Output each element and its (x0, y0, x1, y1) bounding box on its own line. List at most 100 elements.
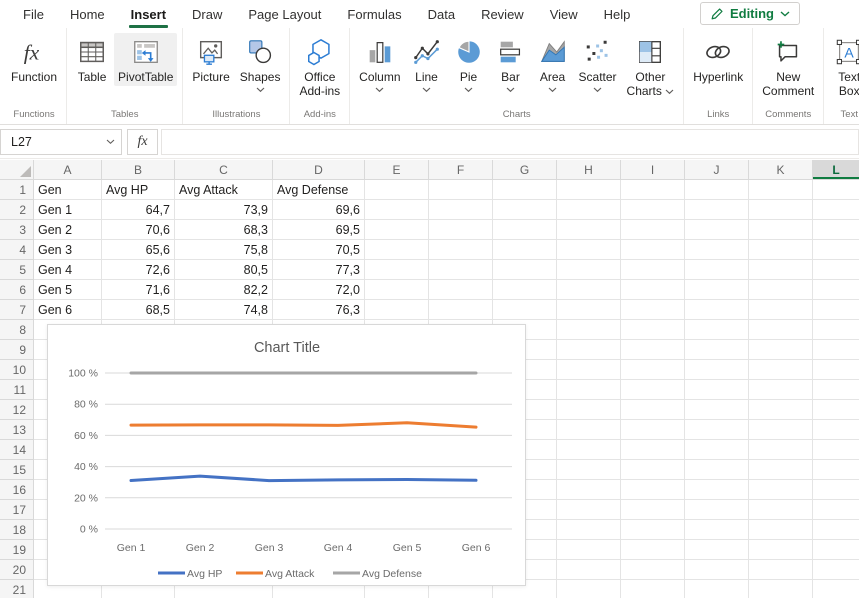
row-header-3[interactable]: 3 (0, 220, 34, 240)
column-header-F[interactable]: F (429, 160, 493, 180)
cell-C6[interactable]: 82,2 (175, 280, 273, 300)
cell-I2[interactable] (621, 200, 685, 220)
row-header-2[interactable]: 2 (0, 200, 34, 220)
row-header-10[interactable]: 10 (0, 360, 34, 380)
cell-J11[interactable] (685, 380, 749, 400)
cell-I17[interactable] (621, 500, 685, 520)
cell-H2[interactable] (557, 200, 621, 220)
ribbon-button-pie[interactable]: Pie (449, 33, 489, 95)
row-header-9[interactable]: 9 (0, 340, 34, 360)
column-header-A[interactable]: A (34, 160, 102, 180)
cell-D3[interactable]: 69,5 (273, 220, 365, 240)
cell-I13[interactable] (621, 420, 685, 440)
ribbon-button-area[interactable]: Area (533, 33, 573, 95)
cell-L17[interactable] (813, 500, 859, 520)
cell-F6[interactable] (429, 280, 493, 300)
cell-H5[interactable] (557, 260, 621, 280)
cell-J2[interactable] (685, 200, 749, 220)
cell-K13[interactable] (749, 420, 813, 440)
cell-I4[interactable] (621, 240, 685, 260)
cell-K21[interactable] (749, 580, 813, 598)
row-header-21[interactable]: 21 (0, 580, 34, 598)
cell-B4[interactable]: 65,6 (102, 240, 175, 260)
cell-J4[interactable] (685, 240, 749, 260)
cell-H6[interactable] (557, 280, 621, 300)
cell-A5[interactable]: Gen 4 (34, 260, 102, 280)
cell-K6[interactable] (749, 280, 813, 300)
cell-K1[interactable] (749, 180, 813, 200)
cell-I3[interactable] (621, 220, 685, 240)
cell-J19[interactable] (685, 540, 749, 560)
cell-G2[interactable] (493, 200, 557, 220)
menu-tab-draw[interactable]: Draw (179, 0, 235, 28)
column-header-K[interactable]: K (749, 160, 813, 180)
row-header-1[interactable]: 1 (0, 180, 34, 200)
menu-tab-page-layout[interactable]: Page Layout (235, 0, 334, 28)
cell-I7[interactable] (621, 300, 685, 320)
ribbon-button-column[interactable]: Column (355, 33, 404, 95)
cell-L19[interactable] (813, 540, 859, 560)
cell-B3[interactable]: 70,6 (102, 220, 175, 240)
cell-J16[interactable] (685, 480, 749, 500)
cell-H7[interactable] (557, 300, 621, 320)
column-header-J[interactable]: J (685, 160, 749, 180)
cell-D7[interactable]: 76,3 (273, 300, 365, 320)
cell-K4[interactable] (749, 240, 813, 260)
cell-I14[interactable] (621, 440, 685, 460)
cell-K9[interactable] (749, 340, 813, 360)
cell-G6[interactable] (493, 280, 557, 300)
cell-I9[interactable] (621, 340, 685, 360)
cell-H20[interactable] (557, 560, 621, 580)
ribbon-button-pivottable[interactable]: PivotTable (114, 33, 177, 86)
cell-L1[interactable] (813, 180, 859, 200)
cell-I15[interactable] (621, 460, 685, 480)
cell-G1[interactable] (493, 180, 557, 200)
cell-C4[interactable]: 75,8 (175, 240, 273, 260)
select-all-corner[interactable] (0, 160, 34, 180)
cell-I12[interactable] (621, 400, 685, 420)
cell-G7[interactable] (493, 300, 557, 320)
column-header-L[interactable]: L (813, 160, 859, 180)
editing-mode-button[interactable]: Editing (700, 2, 800, 25)
cell-L13[interactable] (813, 420, 859, 440)
embedded-chart[interactable]: Chart Title0 %20 %40 %60 %80 %100 %Gen 1… (47, 324, 526, 586)
cell-B5[interactable]: 72,6 (102, 260, 175, 280)
menu-tab-formulas[interactable]: Formulas (334, 0, 414, 28)
row-header-20[interactable]: 20 (0, 560, 34, 580)
cell-H16[interactable] (557, 480, 621, 500)
cell-J14[interactable] (685, 440, 749, 460)
cell-K5[interactable] (749, 260, 813, 280)
cell-I6[interactable] (621, 280, 685, 300)
cell-K12[interactable] (749, 400, 813, 420)
formula-input[interactable] (161, 129, 859, 155)
cell-G4[interactable] (493, 240, 557, 260)
menu-tab-insert[interactable]: Insert (118, 0, 179, 28)
cell-J8[interactable] (685, 320, 749, 340)
cell-L15[interactable] (813, 460, 859, 480)
cell-D5[interactable]: 77,3 (273, 260, 365, 280)
cell-K17[interactable] (749, 500, 813, 520)
cell-A4[interactable]: Gen 3 (34, 240, 102, 260)
cell-F2[interactable] (429, 200, 493, 220)
ribbon-button-scatter[interactable]: Scatter (575, 33, 621, 95)
row-header-5[interactable]: 5 (0, 260, 34, 280)
ribbon-button-new-comment[interactable]: NewComment (758, 33, 818, 100)
cell-A6[interactable]: Gen 5 (34, 280, 102, 300)
cell-I21[interactable] (621, 580, 685, 598)
cell-F1[interactable] (429, 180, 493, 200)
cell-H10[interactable] (557, 360, 621, 380)
cell-C5[interactable]: 80,5 (175, 260, 273, 280)
row-header-17[interactable]: 17 (0, 500, 34, 520)
menu-tab-help[interactable]: Help (591, 0, 644, 28)
cell-L9[interactable] (813, 340, 859, 360)
cell-C2[interactable]: 73,9 (175, 200, 273, 220)
ribbon-button-other-charts[interactable]: OtherCharts (623, 33, 679, 100)
cell-H12[interactable] (557, 400, 621, 420)
cell-F7[interactable] (429, 300, 493, 320)
cell-H17[interactable] (557, 500, 621, 520)
cell-B7[interactable]: 68,5 (102, 300, 175, 320)
cell-H8[interactable] (557, 320, 621, 340)
cell-J12[interactable] (685, 400, 749, 420)
ribbon-button-table[interactable]: Table (72, 33, 112, 86)
cell-L18[interactable] (813, 520, 859, 540)
